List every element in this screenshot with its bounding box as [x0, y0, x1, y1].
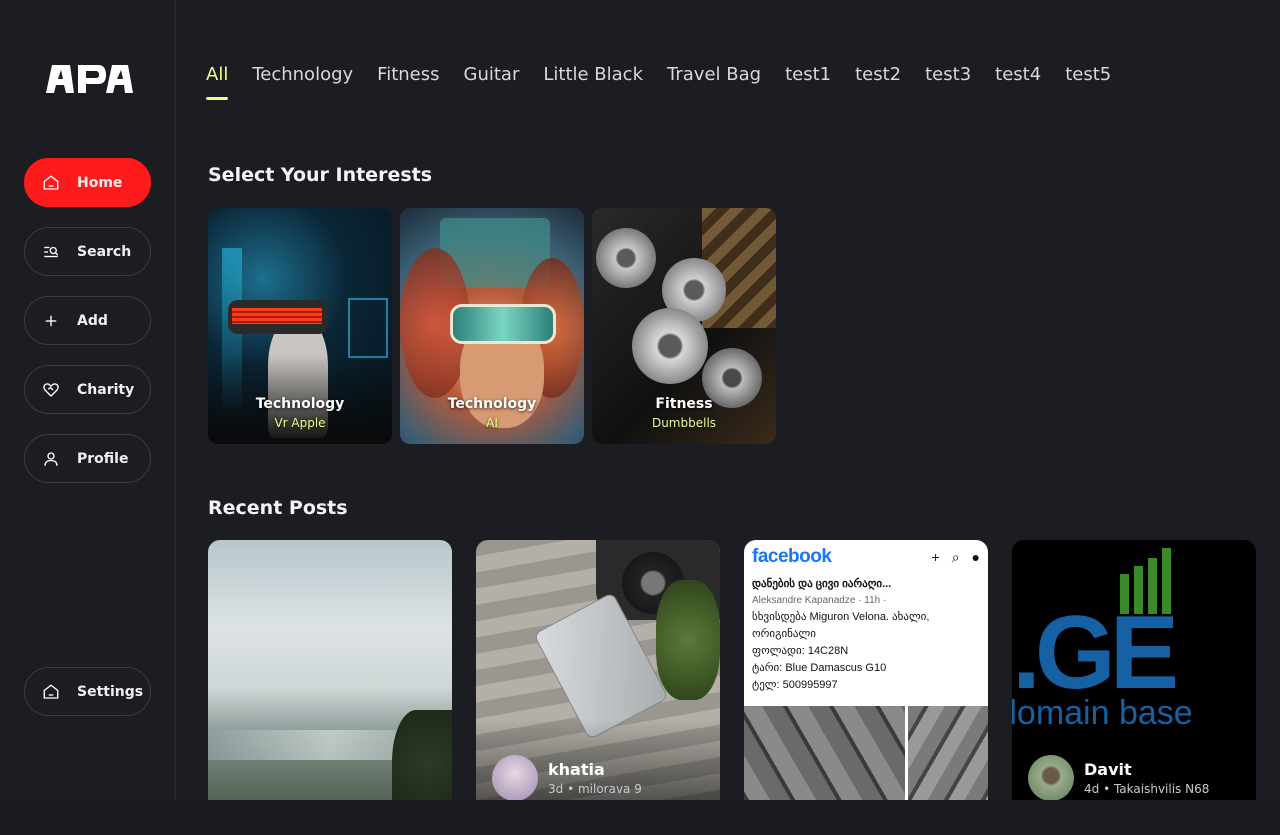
- tab-little-black[interactable]: Little Black: [543, 64, 643, 85]
- author-name[interactable]: khatia: [548, 760, 642, 779]
- interest-subcategory: Dumbbells: [651, 416, 717, 430]
- tab-fitness[interactable]: Fitness: [377, 64, 439, 85]
- nav-add-button[interactable]: Add: [24, 296, 151, 345]
- tab-test3[interactable]: test3: [925, 64, 971, 85]
- avatar[interactable]: [1028, 755, 1074, 801]
- nav-settings-label: Settings: [77, 683, 144, 700]
- heart-handshake-icon: [43, 382, 59, 397]
- app-logo[interactable]: [42, 63, 134, 95]
- nav-profile-button[interactable]: Profile: [24, 434, 151, 483]
- tab-test4[interactable]: test4: [995, 64, 1041, 85]
- category-tabs: All Technology Fitness Guitar Little Bla…: [206, 64, 1111, 100]
- nav-home-label: Home: [77, 174, 123, 191]
- facebook-logo: facebook: [752, 546, 832, 567]
- fb-line: ტელ: 500995997: [752, 678, 838, 691]
- bottom-bar: [0, 800, 1280, 835]
- fb-author: Aleksandre Kapanadze · 11h ·: [752, 595, 887, 607]
- home-icon: [43, 683, 59, 699]
- nav-search-label: Search: [77, 243, 132, 260]
- fb-group-title: დანების და ცივი იარაღი...: [752, 578, 892, 590]
- interest-category: Technology: [447, 396, 537, 412]
- user-icon: [44, 451, 58, 466]
- tab-travel-bag[interactable]: Travel Bag: [667, 64, 761, 85]
- nav-search-button[interactable]: Search: [24, 227, 151, 276]
- tab-test5[interactable]: test5: [1065, 64, 1111, 85]
- avatar[interactable]: [492, 755, 538, 801]
- author-name[interactable]: Davit: [1084, 760, 1209, 779]
- plus-icon: +: [931, 548, 940, 565]
- fb-line: ტარი: Blue Damascus G10: [752, 661, 887, 674]
- fb-line: სხვისდება Miguron Velona. ახალი, ორიგინა…: [752, 610, 930, 640]
- sidebar: Home Search Add Charity Profile Settings: [0, 0, 176, 800]
- interest-subcategory: AI: [486, 416, 498, 430]
- post-card-landscape[interactable]: [208, 540, 452, 835]
- nav-add-label: Add: [77, 312, 108, 329]
- post-meta: 4d • Takaishvilis N68: [1084, 782, 1210, 796]
- post-card-davit[interactable]: .GE domain base Davit 4d • Takaishvilis …: [1012, 540, 1256, 819]
- nav-settings-button[interactable]: Settings: [24, 667, 151, 716]
- nav-home-button[interactable]: Home: [24, 158, 151, 207]
- nav-charity-button[interactable]: Charity: [24, 365, 151, 414]
- post-image-landscape: [208, 540, 452, 835]
- fb-line: ფოლადი: 14C28N: [752, 644, 849, 657]
- interest-category: Technology: [255, 396, 345, 412]
- interest-subcategory: Vr Apple: [274, 416, 326, 430]
- messenger-icon: ●: [971, 548, 980, 565]
- nav-profile-label: Profile: [77, 450, 129, 467]
- home-icon: [43, 174, 59, 190]
- nav-charity-label: Charity: [77, 381, 135, 398]
- post-card-facebook-screenshot[interactable]: facebook + ⌕ ● დანების და ცივი იარაღი... A…: [744, 540, 988, 835]
- interest-card-vr[interactable]: Technology Vr Apple: [208, 208, 392, 444]
- interest-card-dumbbells[interactable]: Fitness Dumbbells: [592, 208, 776, 444]
- interests-title: Select Your Interests: [208, 164, 433, 186]
- tab-technology[interactable]: Technology: [252, 64, 353, 85]
- post-meta: 3d • milorava 9: [548, 782, 642, 796]
- tab-test1[interactable]: test1: [785, 64, 831, 85]
- post-author: khatia 3d • milorava 9: [492, 755, 642, 801]
- tab-all[interactable]: All: [206, 64, 229, 100]
- tab-test2[interactable]: test2: [855, 64, 901, 85]
- search-icon: [44, 246, 59, 257]
- post-card-khatia[interactable]: khatia 3d • milorava 9: [476, 540, 720, 819]
- post-author: Davit 4d • Takaishvilis N68: [1028, 755, 1209, 801]
- recent-posts-title: Recent Posts: [208, 497, 348, 519]
- ge-subtitle: domain base: [1012, 694, 1193, 732]
- plus-icon: [45, 315, 57, 326]
- tab-guitar[interactable]: Guitar: [464, 64, 520, 85]
- interest-card-ai[interactable]: Technology AI: [400, 208, 584, 444]
- interest-category: Fitness: [655, 396, 713, 412]
- search-icon: ⌕: [951, 548, 960, 565]
- post-image-facebook: facebook + ⌕ ● დანების და ცივი იარაღი... A…: [744, 540, 988, 835]
